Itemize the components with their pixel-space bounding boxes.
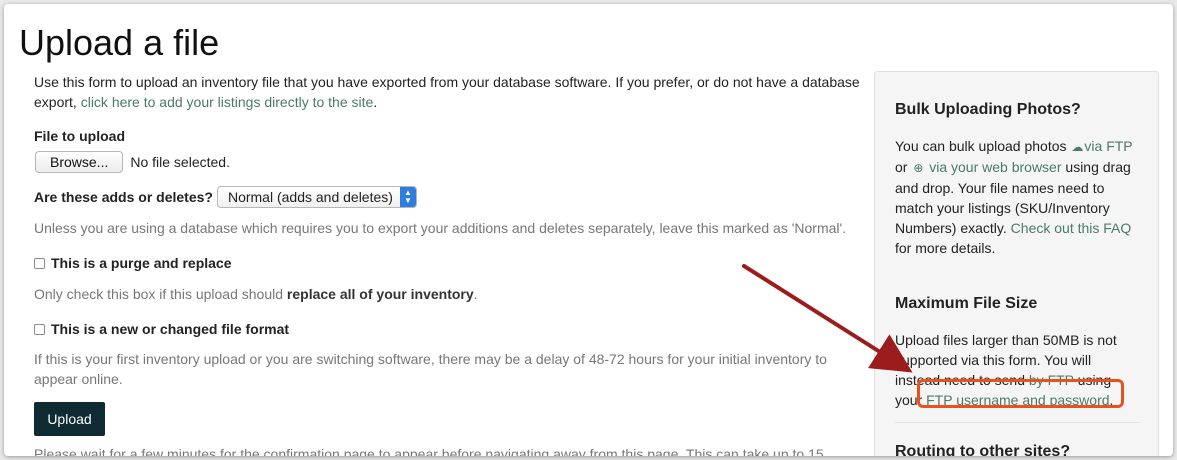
adds-deletes-row: Are these adds or deletes? Normal (adds … <box>34 186 417 208</box>
purge-help: Only check this box if this upload shoul… <box>34 284 478 304</box>
max-file-size-text: Upload files larger than 50MB is not sup… <box>895 330 1140 410</box>
format-label[interactable]: This is a new or changed file format <box>51 319 289 339</box>
max-file-size-title: Maximum File Size <box>895 295 1038 312</box>
format-help: If this is your first inventory upload o… <box>34 351 827 387</box>
upload-circle-icon: ⊕ <box>913 161 924 175</box>
file-status: No file selected. <box>130 154 230 170</box>
via-ftp-link[interactable]: via FTP <box>1084 138 1132 154</box>
browse-button[interactable]: Browse... <box>35 151 124 173</box>
sidebar-divider <box>895 422 1140 423</box>
upload-wait-text: Please wait for a few minutes for the co… <box>34 446 824 456</box>
file-upload-label: File to upload <box>34 128 125 144</box>
file-input: Browse... No file selected. <box>35 151 230 173</box>
purge-label[interactable]: This is a purge and replace <box>51 253 232 273</box>
adds-deletes-label: Are these adds or deletes? <box>34 189 213 205</box>
by-ftp-link[interactable]: by FTP <box>1029 372 1074 388</box>
format-row: This is a new or changed file format <box>34 319 289 339</box>
purge-help-suffix: . <box>473 286 478 302</box>
via-browser-link[interactable]: via your web browser <box>929 159 1061 175</box>
max-text-3: . <box>1109 392 1114 408</box>
intro-end: . <box>373 94 378 110</box>
purge-help-bold: replace all of your inventory <box>286 286 474 302</box>
purge-help-prefix: Only check this box if this upload shoul… <box>34 286 287 302</box>
routing-title: Routing to other sites? <box>895 443 1071 456</box>
upload-form: Use this form to upload an inventory fil… <box>34 72 864 456</box>
max-file-size-section: Maximum File Size Upload files larger th… <box>895 294 1140 410</box>
bulk-text-2: or <box>895 159 912 175</box>
select-arrows-icon: ▲ ▼ <box>399 187 416 207</box>
purge-checkbox[interactable] <box>34 257 45 269</box>
bulk-text-4: for more details. <box>895 240 996 256</box>
add-listings-link[interactable]: click here to add your listings directly… <box>81 94 374 110</box>
purge-row: This is a purge and replace <box>34 253 232 273</box>
cloud-upload-icon: ☁ <box>1071 140 1084 154</box>
bulk-photos-section: Bulk Uploading Photos? You can bulk uplo… <box>895 100 1138 258</box>
page-title: Upload a file <box>19 22 220 63</box>
format-checkbox[interactable] <box>34 323 45 335</box>
faq-link[interactable]: Check out this FAQ <box>1011 220 1132 236</box>
upload-button[interactable]: Upload <box>34 402 105 436</box>
bulk-text-1: You can bulk upload photos <box>895 138 1071 154</box>
intro-text: Use this form to upload an inventory fil… <box>34 72 864 112</box>
bulk-photos-text: You can bulk upload photos ☁via FTP or ⊕ … <box>895 136 1138 258</box>
adds-deletes-selected: Normal (adds and deletes) <box>227 189 393 205</box>
bulk-photos-title: Bulk Uploading Photos? <box>895 101 1081 118</box>
sidebar: Bulk Uploading Photos? You can bulk uplo… <box>874 71 1159 456</box>
app-window: Upload a file Use this form to upload an… <box>4 4 1173 456</box>
adds-deletes-select[interactable]: Normal (adds and deletes) ▲ ▼ <box>216 186 417 208</box>
ftp-credentials-link[interactable]: FTP username and password <box>926 392 1109 408</box>
adds-deletes-help: Unless you are using a database which re… <box>34 220 847 236</box>
routing-section: Routing to other sites? <box>895 442 1140 456</box>
